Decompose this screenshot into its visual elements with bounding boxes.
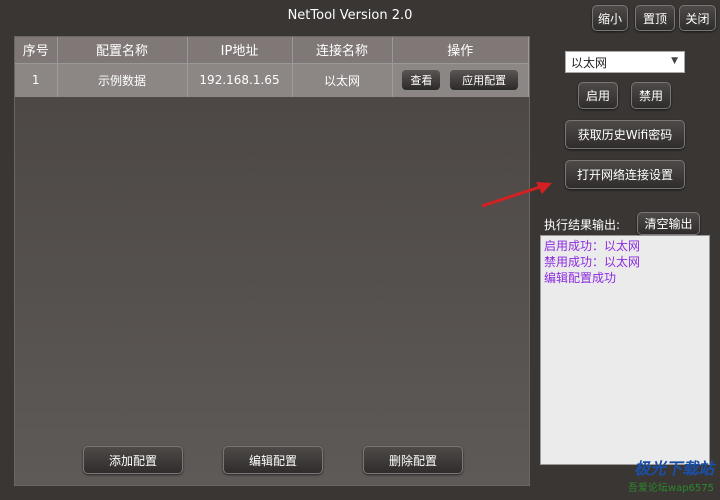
edit-config-button[interactable]: 编辑配置 xyxy=(223,446,323,474)
output-line: 禁用成功：以太网 xyxy=(544,255,641,269)
view-button[interactable]: 查看 xyxy=(401,69,442,92)
add-config-button[interactable]: 添加配置 xyxy=(83,446,183,474)
red-arrow-icon xyxy=(481,182,552,208)
pin-top-button[interactable]: 置顶 xyxy=(635,5,675,31)
header-index: 序号 xyxy=(15,37,58,64)
wifi-history-button[interactable]: 获取历史Wifi密码 xyxy=(565,120,685,149)
watermark: 极光下载站 吾爱论坛wap6575 xyxy=(628,455,714,494)
adapter-select-value: 以太网 xyxy=(571,55,608,70)
watermark-subtitle: 吾爱论坛wap6575 xyxy=(627,483,714,494)
row-ip: 192.168.1.65 xyxy=(187,63,293,97)
row-name: 示例数据 xyxy=(57,63,188,97)
clear-output-button[interactable]: 清空输出 xyxy=(637,212,700,235)
adapter-select[interactable]: 以太网 ▼ xyxy=(565,51,685,73)
header-ip: IP地址 xyxy=(187,37,293,64)
output-line: 编辑配置成功 xyxy=(544,271,617,285)
row-index: 1 xyxy=(15,63,58,97)
header-connection: 连接名称 xyxy=(292,37,393,64)
config-table-panel: 序号 配置名称 IP地址 连接名称 操作 1 示例数据 192.168.1.65… xyxy=(14,36,530,486)
table-header-row: 序号 配置名称 IP地址 连接名称 操作 xyxy=(15,37,529,64)
watermark-title: 极光下载站 xyxy=(633,459,714,478)
disable-button[interactable]: 禁用 xyxy=(631,82,671,109)
enable-button[interactable]: 启用 xyxy=(578,82,618,109)
minimize-button[interactable]: 缩小 xyxy=(592,5,628,31)
output-log[interactable]: 启用成功：以太网 禁用成功：以太网 编辑配置成功 xyxy=(540,235,710,465)
row-actions: 查看 应用配置 xyxy=(392,63,529,97)
table-row[interactable]: 1 示例数据 192.168.1.65 以太网 查看 应用配置 xyxy=(15,63,529,97)
output-line: 启用成功：以太网 xyxy=(544,239,641,253)
delete-config-button[interactable]: 删除配置 xyxy=(363,446,463,474)
chevron-down-icon: ▼ xyxy=(671,56,678,66)
config-table: 序号 配置名称 IP地址 连接名称 操作 1 示例数据 192.168.1.65… xyxy=(15,37,529,97)
open-network-settings-button[interactable]: 打开网络连接设置 xyxy=(565,160,685,189)
close-button[interactable]: 关闭 xyxy=(679,5,716,31)
apply-config-button[interactable]: 应用配置 xyxy=(449,69,520,92)
row-connection: 以太网 xyxy=(292,63,393,97)
header-actions: 操作 xyxy=(392,37,529,64)
header-name: 配置名称 xyxy=(57,37,188,64)
output-label: 执行结果输出: xyxy=(544,218,621,232)
